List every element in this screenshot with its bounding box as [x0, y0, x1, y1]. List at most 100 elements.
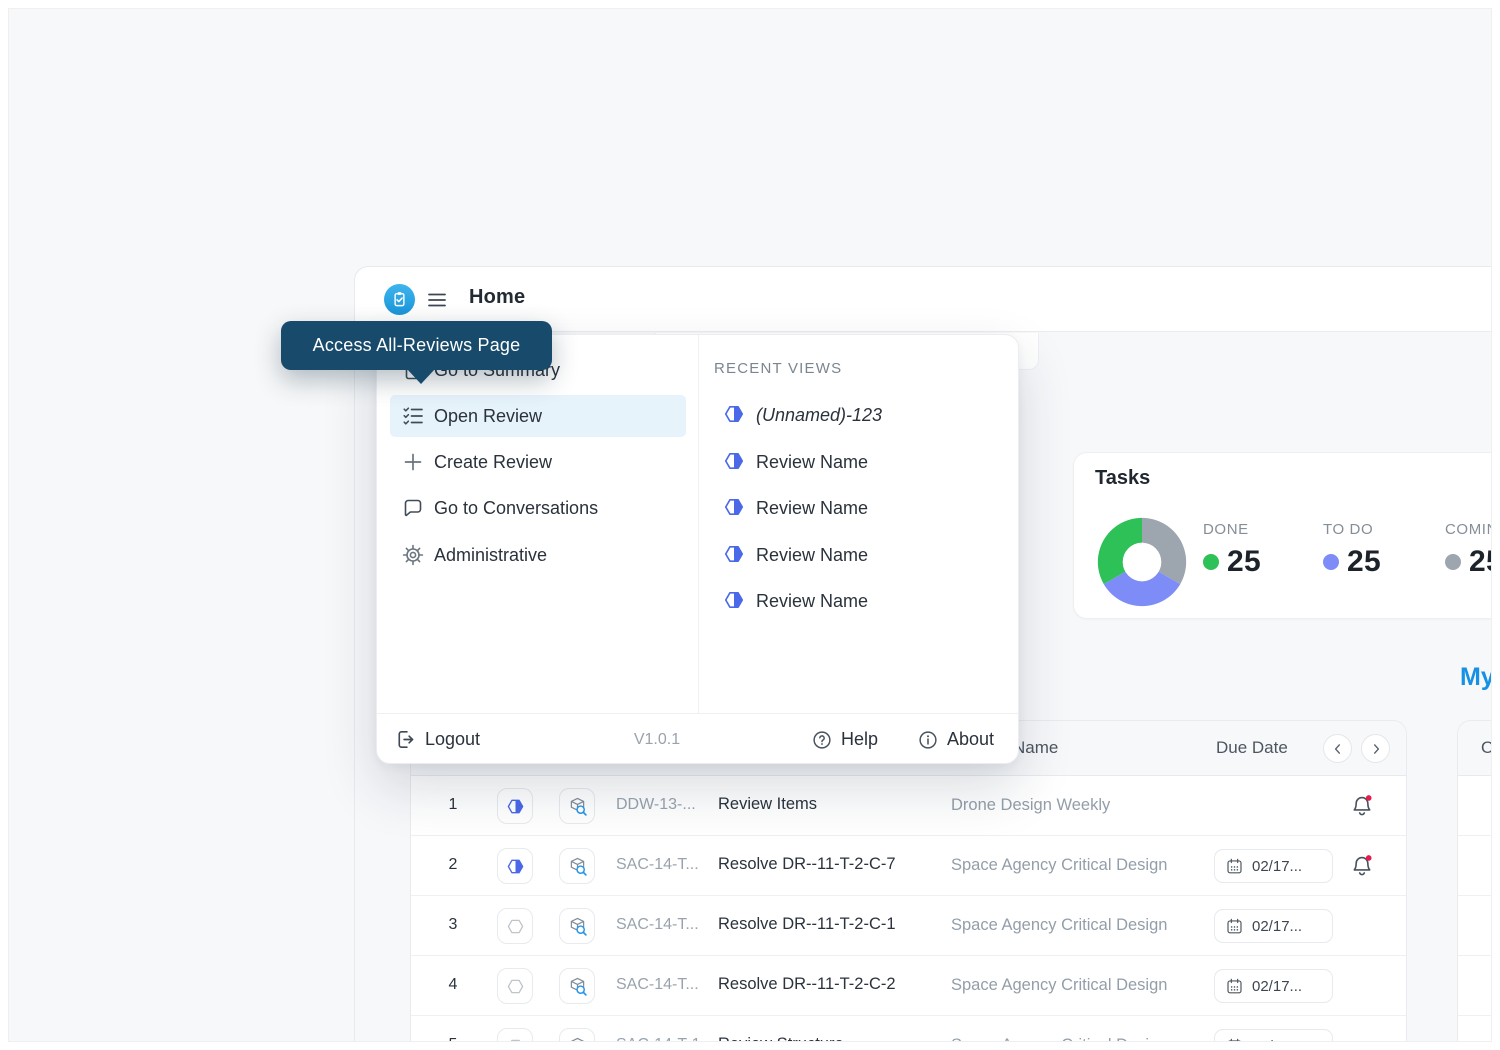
table-row[interactable]: 1 DDW-13-... Review Items Drone Design W…: [411, 776, 1406, 836]
review-name[interactable]: Review Structure: [718, 1035, 844, 1041]
coming-dot-icon: [1445, 554, 1461, 570]
reviews-table-card: Name Due Date 1 DDW-13-... Review Items …: [410, 720, 1407, 1042]
tooltip-text: Access All-Reviews Page: [312, 335, 521, 355]
calendar-icon: [1227, 978, 1242, 993]
notification-bell-icon[interactable]: [1349, 793, 1375, 819]
popup-footer: Logout V1.0.1 Help About: [377, 714, 1018, 765]
cube-search-icon: [570, 797, 587, 816]
recent-view-item[interactable]: Review Name: [714, 492, 1004, 524]
menu-item-create-review[interactable]: Create Review: [390, 441, 686, 483]
menu-item-open-review[interactable]: Open Review: [390, 395, 686, 437]
table-row[interactable]: 3 SAC-14-T... Resolve DR--11-T-2-C-1 Spa…: [411, 896, 1406, 956]
inspect-item-button[interactable]: [559, 968, 595, 1004]
inspect-item-button[interactable]: [559, 1028, 595, 1041]
chevron-left-icon: [1334, 743, 1340, 754]
review-id: SAC-14-T...: [616, 916, 699, 933]
info-icon: [919, 730, 937, 749]
tasks-card: Tasks DONE 25 TO DO 25 COMIN: [1073, 452, 1491, 619]
calendar-icon: [1227, 1038, 1242, 1041]
status-button[interactable]: [497, 968, 533, 1004]
review-id: SAC-14-T-1...: [616, 1036, 712, 1041]
recent-view-item[interactable]: (Unnamed)-123: [714, 399, 1004, 431]
due-date-chip[interactable]: 02/17...: [1214, 969, 1333, 1003]
inspect-item-button[interactable]: [559, 788, 595, 824]
help-icon: [813, 730, 831, 749]
hexagon-outline-icon: [507, 979, 523, 993]
due-date-chip[interactable]: 02/17...: [1214, 849, 1333, 883]
due-date-chip[interactable]: 02/17...: [1214, 1029, 1333, 1042]
side-panel-row: [1458, 776, 1491, 836]
table-row[interactable]: 4 SAC-14-T... Resolve DR--11-T-2-C-2 Spa…: [411, 956, 1406, 1016]
review-id: SAC-14-T...: [616, 856, 699, 873]
recent-view-item[interactable]: Review Name: [714, 585, 1004, 617]
my-section-heading: My: [1460, 663, 1492, 691]
review-project: Drone Design Weekly: [951, 796, 1111, 814]
review-name[interactable]: Resolve DR--11-T-2-C-1: [718, 915, 896, 934]
tooltip: Access All-Reviews Page: [281, 321, 552, 384]
review-name[interactable]: Resolve DR--11-T-2-C-7: [718, 855, 896, 874]
review-project: Space Agency Critical Design: [951, 916, 1168, 934]
done-dot-icon: [1203, 554, 1219, 570]
pagination-prev-button[interactable]: [1323, 734, 1352, 763]
page-title: Home: [469, 286, 526, 308]
cube-search-icon: [570, 1037, 584, 1041]
column-header-name: Name: [1013, 738, 1059, 757]
side-panel-header-label: Or: [1481, 738, 1491, 758]
row-index: 5: [411, 1036, 495, 1041]
table-row[interactable]: 5 SAC-14-T-1... Review Structure: [411, 1016, 1406, 1042]
notification-bell-icon[interactable]: [1349, 853, 1375, 879]
desktop-background: Home Tasks DONE 25 TO DO 25 COMI 2 My Na…: [8, 8, 1492, 1042]
side-panel-row: [1458, 896, 1491, 956]
recent-view-item[interactable]: Review Name: [714, 446, 1004, 478]
half-hexagon-icon: [723, 496, 747, 520]
half-hexagon-icon: [723, 450, 747, 474]
review-id: SAC-14-T...: [616, 976, 699, 993]
menu-item-administrative[interactable]: Administrative: [390, 534, 686, 576]
hamburger-menu-icon[interactable]: [425, 288, 449, 312]
legend-coming: COMIN 25: [1445, 521, 1491, 578]
cube-search-icon: [570, 917, 587, 936]
side-panel-row: [1458, 836, 1491, 896]
half-hexagon-icon: [723, 589, 747, 613]
chat-icon: [401, 496, 425, 520]
recent-views-title: RECENT VIEWS: [714, 360, 843, 377]
app-version: V1.0.1: [633, 731, 681, 748]
review-project: Space Agency Critical Design: [951, 856, 1168, 874]
review-project: Space Agency Critical Design: [951, 1036, 1167, 1041]
status-button[interactable]: [497, 1028, 533, 1041]
review-project: Space Agency Critical Design: [951, 976, 1168, 994]
inspect-item-button[interactable]: [559, 908, 595, 944]
menu-item-go-to-conversations[interactable]: Go to Conversations: [390, 487, 686, 529]
popup-divider: [698, 335, 699, 713]
due-date-value: 02/17...: [1252, 917, 1303, 935]
half-hexagon-icon: [507, 799, 523, 813]
help-button[interactable]: Help: [811, 714, 878, 765]
cube-search-icon: [570, 857, 587, 876]
side-panel-row: [1458, 956, 1491, 1016]
status-button[interactable]: [497, 848, 533, 884]
chevron-right-icon: [1373, 743, 1379, 754]
review-name[interactable]: Review Items: [718, 795, 817, 814]
pagination-next-button[interactable]: [1361, 734, 1390, 763]
legend-todo: TO DO 25: [1323, 521, 1381, 578]
about-button[interactable]: About: [917, 714, 994, 765]
row-index: 2: [448, 856, 458, 873]
row-index: 4: [448, 976, 458, 993]
logout-icon: [398, 731, 414, 748]
checklist-icon: [401, 404, 425, 428]
logout-button[interactable]: Logout: [394, 714, 480, 765]
due-date-value: 02/17...: [1252, 1038, 1302, 1042]
inspect-item-button[interactable]: [559, 848, 595, 884]
review-name[interactable]: Resolve DR--11-T-2-C-2: [718, 975, 896, 994]
side-panel-row: [1458, 1016, 1491, 1041]
side-panel-header: Or: [1458, 721, 1491, 776]
status-button[interactable]: [497, 788, 533, 824]
due-date-chip[interactable]: 02/17...: [1214, 909, 1333, 943]
table-row[interactable]: 2 SAC-14-T... Resolve DR--11-T-2-C-7 Spa…: [411, 836, 1406, 896]
app-logo-icon[interactable]: [384, 284, 415, 315]
recent-view-item[interactable]: Review Name: [714, 539, 1004, 571]
status-button[interactable]: [497, 908, 533, 944]
legend-done: DONE 25: [1203, 521, 1261, 578]
due-date-value: 02/17...: [1252, 977, 1303, 995]
row-index: 3: [448, 916, 458, 933]
